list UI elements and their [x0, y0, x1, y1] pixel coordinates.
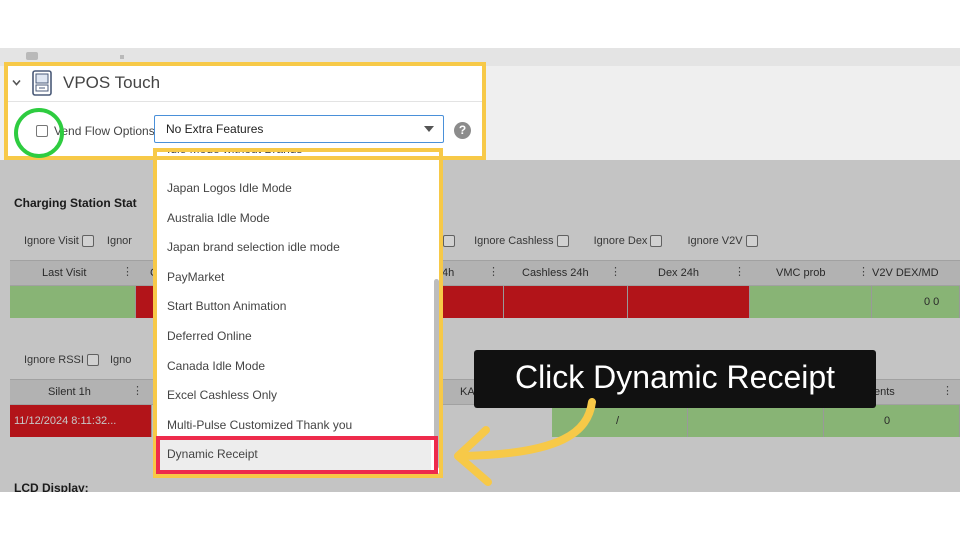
column-menu-icon[interactable]: ⋮ — [132, 384, 143, 397]
col-events[interactable]: ents — [874, 386, 895, 398]
modal-shade — [0, 160, 960, 492]
ignore-visit-label: Ignore Visit — [24, 235, 79, 247]
ignore-cashless-label: Ignore Cashless — [474, 235, 554, 247]
chevron-down-icon[interactable] — [12, 78, 21, 87]
charging-station-title: Charging Station Stat — [14, 196, 137, 210]
lcd-display-title: LCD Display: — [14, 481, 89, 492]
column-menu-icon[interactable]: ⋮ — [122, 265, 133, 278]
dropdown-scrollbar[interactable] — [434, 279, 439, 469]
dropdown-item-partial[interactable]: Idle Mode without Brands — [167, 149, 302, 156]
vend-flow-dropdown[interactable]: Idle Mode without Brands Japan Logos Idl… — [154, 148, 441, 474]
column-menu-icon[interactable]: ⋮ — [858, 265, 869, 278]
ignore-row-2: Ignore RSSI Igno — [24, 354, 132, 367]
ignore-rssi-checkbox[interactable] — [86, 354, 99, 367]
col-vmc-prob[interactable]: VMC prob — [776, 267, 826, 279]
cell-cashless-24h[interactable] — [504, 286, 628, 318]
ignore-truncated-label-2: Igno — [109, 354, 132, 366]
dropdown-item[interactable]: Multi-Pulse Customized Thank you — [155, 411, 431, 441]
col-24h[interactable]: 4h — [442, 267, 454, 279]
cell-silent-1h[interactable]: 11/12/2024 8:11:32... — [10, 405, 152, 437]
silent-timestamp: 11/12/2024 8:11:32... — [14, 415, 117, 427]
dropdown-item[interactable]: Australia Idle Mode — [155, 204, 431, 234]
dropdown-item[interactable]: Start Button Animation — [155, 292, 431, 322]
ignore-dex-checkbox[interactable] — [650, 235, 663, 248]
app-window: VPOS Touch Vend Flow Options No Extra Fe… — [0, 48, 960, 492]
ka-value: / — [616, 415, 620, 427]
ignore-cashless-checkbox[interactable] — [556, 235, 569, 248]
truncated-icon — [26, 52, 38, 60]
ignore-truncated-label: Ignor — [106, 235, 132, 247]
col-last-visit[interactable]: Last Visit — [42, 267, 86, 279]
cell-last-visit[interactable] — [10, 286, 136, 318]
ignore-hidden-checkbox[interactable] — [443, 235, 455, 248]
column-menu-icon[interactable]: ⋮ — [610, 265, 621, 278]
cell-green-2[interactable] — [688, 405, 824, 437]
top-strip — [0, 48, 960, 66]
col-silent-1h[interactable]: Silent 1h — [48, 386, 91, 398]
help-icon[interactable]: ? — [454, 122, 471, 139]
dropdown-item-dynamic-receipt[interactable]: Dynamic Receipt — [155, 440, 431, 470]
ignore-dex-label: Ignore Dex — [593, 235, 648, 247]
callout-text: Click Dynamic Receipt — [514, 359, 836, 395]
vpos-device-icon — [31, 70, 53, 96]
dropdown-item[interactable]: Japan brand selection idle mode — [155, 233, 431, 263]
vend-flow-checkbox[interactable] — [36, 125, 48, 137]
col-ka[interactable]: KA — [460, 386, 475, 398]
cell-vmc-prob[interactable] — [750, 286, 872, 318]
status-table-header: Last Visit ⋮ C 4h ⋮ Cashless 24h ⋮ Dex 2… — [10, 260, 960, 286]
ignore-row-1: Ignore Visit Ignor — [24, 235, 132, 248]
v2v-value: 0 0 — [924, 296, 940, 308]
column-menu-icon[interactable]: ⋮ — [942, 384, 953, 397]
truncated-mark — [120, 55, 124, 59]
column-menu-icon[interactable]: ⋮ — [734, 265, 745, 278]
cell-ka[interactable]: / — [552, 405, 688, 437]
ignore-row-1-right: Ignore Cashless Ignore Dex Ignore V2V — [440, 235, 758, 248]
ignore-v2v-label: Ignore V2V — [687, 235, 743, 247]
dropdown-item[interactable]: Deferred Online — [155, 322, 431, 352]
vend-flow-label: Vend Flow Options — [54, 124, 155, 138]
ignore-rssi-label: Ignore RSSI — [24, 354, 84, 366]
column-menu-icon[interactable]: ⋮ — [488, 265, 499, 278]
vpos-touch-panel: VPOS Touch Vend Flow Options No Extra Fe… — [8, 66, 484, 160]
caret-down-icon[interactable] — [424, 126, 434, 132]
cell-dex-24h[interactable] — [628, 286, 750, 318]
cell-v2v-dex[interactable]: 0 0 — [872, 286, 960, 318]
dropdown-item[interactable]: PayMarket — [155, 263, 431, 293]
select-value: No Extra Features — [166, 122, 264, 136]
cell-events[interactable]: 0 — [824, 405, 960, 437]
cell-24h[interactable] — [442, 286, 504, 318]
dropdown-item[interactable]: Japan Logos Idle Mode — [155, 174, 431, 204]
dropdown-item[interactable]: Canada Idle Mode — [155, 352, 431, 382]
col-cashless-24h[interactable]: Cashless 24h — [522, 267, 589, 279]
col-dex-24h[interactable]: Dex 24h — [658, 267, 699, 279]
col-v2v-dex[interactable]: V2V DEX/MD — [872, 267, 939, 279]
dropdown-item[interactable]: Excel Cashless Only — [155, 381, 431, 411]
ignore-visit-checkbox[interactable] — [81, 235, 94, 248]
panel-title: VPOS Touch — [63, 73, 161, 92]
instruction-callout: Click Dynamic Receipt — [474, 350, 876, 408]
ignore-v2v-checkbox[interactable] — [745, 235, 758, 248]
vend-flow-select[interactable]: No Extra Features — [154, 115, 444, 143]
panel-header[interactable]: VPOS Touch — [8, 66, 484, 102]
events-value: 0 — [884, 415, 891, 427]
